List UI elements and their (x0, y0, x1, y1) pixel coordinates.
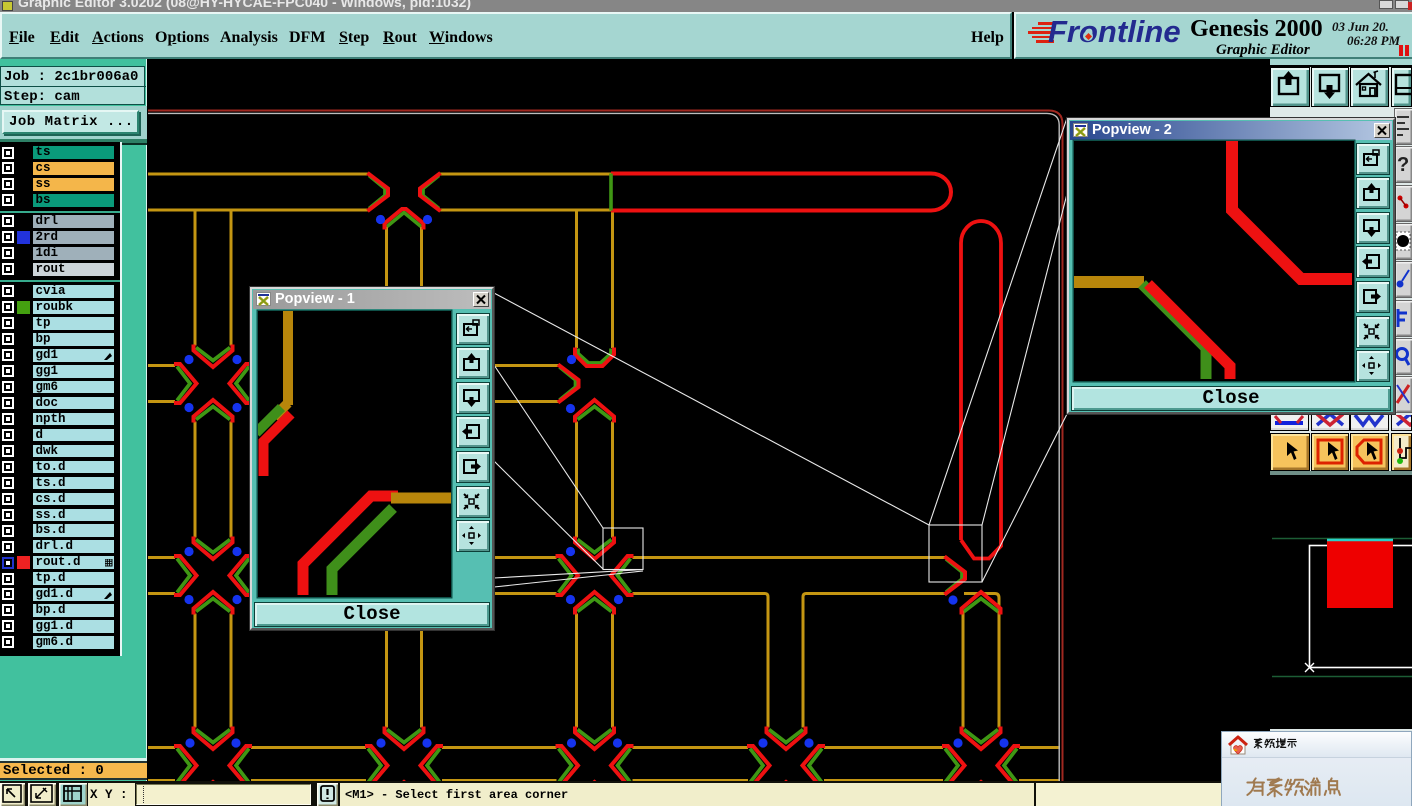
svg-text:?: ? (1397, 154, 1409, 176)
